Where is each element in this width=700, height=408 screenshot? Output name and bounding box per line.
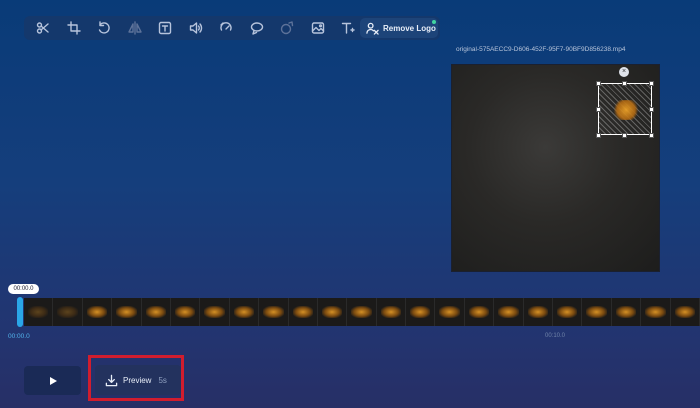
timeline-frame [435, 298, 465, 326]
preview-button[interactable]: Preview 5s [95, 365, 181, 395]
timeline-frame [582, 298, 612, 326]
resize-handle[interactable] [649, 107, 654, 112]
timeline-frame [553, 298, 583, 326]
timeline-mid-time: 00:10.0 [545, 333, 566, 339]
logo-selection-box[interactable] [598, 83, 652, 135]
crop-icon[interactable] [59, 16, 90, 40]
flip-icon[interactable] [120, 16, 151, 40]
timeline-frame [259, 298, 289, 326]
resize-handle[interactable] [649, 81, 654, 86]
timeline-frame [112, 298, 142, 326]
playhead-time-badge: 00:00.0 [8, 284, 39, 294]
resize-handle[interactable] [596, 133, 601, 138]
resize-handle[interactable] [596, 107, 601, 112]
rotate-icon[interactable] [89, 16, 120, 40]
filter-icon[interactable] [272, 16, 303, 40]
video-preview[interactable]: × [451, 64, 660, 272]
resize-handle[interactable] [622, 81, 627, 86]
close-selection-icon[interactable]: × [619, 67, 629, 77]
play-icon [49, 376, 57, 385]
video-filename: original-575AECC9-D606-452F-95F7-90BF9D8… [456, 46, 626, 53]
image-icon[interactable] [303, 16, 334, 40]
text-icon[interactable] [333, 16, 364, 40]
status-dot [432, 20, 436, 24]
timeline-frame [611, 298, 642, 326]
remove-logo-icon [366, 22, 379, 35]
preview-label: Preview [123, 375, 152, 385]
preview-duration: 5s [158, 375, 167, 385]
loop-icon[interactable] [242, 16, 273, 40]
timeline-frame [200, 298, 230, 326]
download-icon [105, 374, 118, 386]
detected-logo [613, 100, 639, 120]
speed-icon[interactable] [211, 16, 242, 40]
timeline-frame [53, 298, 83, 326]
timeline-frame [288, 298, 318, 326]
timeline-frame [376, 298, 407, 326]
timeline-frame [82, 298, 113, 326]
resize-handle[interactable] [649, 133, 654, 138]
remove-logo-label: Remove Logo [383, 23, 436, 33]
text-box-icon[interactable] [150, 16, 181, 40]
timeline-start-time: 00:00.0 [8, 333, 30, 340]
timeline-strip[interactable] [24, 298, 700, 326]
volume-icon[interactable] [181, 16, 212, 40]
editing-toolbar: Remove Logo [24, 16, 440, 40]
timeline-frame [24, 298, 54, 326]
timeline-frame [494, 298, 524, 326]
resize-handle[interactable] [596, 81, 601, 86]
playhead-handle[interactable] [17, 297, 23, 327]
play-button[interactable] [24, 366, 81, 395]
timeline-frame [317, 298, 348, 326]
remove-logo-button[interactable]: Remove Logo [360, 18, 438, 38]
timeline-frame [523, 298, 554, 326]
timeline-frame [229, 298, 260, 326]
timeline-frame [406, 298, 436, 326]
scissors-icon[interactable] [28, 16, 59, 40]
timeline-frame [347, 298, 377, 326]
timeline-frame [641, 298, 671, 326]
timeline-frame [670, 298, 700, 326]
timeline-frame [141, 298, 171, 326]
timeline-frame [170, 298, 201, 326]
timeline-frame [464, 298, 495, 326]
resize-handle[interactable] [622, 133, 627, 138]
